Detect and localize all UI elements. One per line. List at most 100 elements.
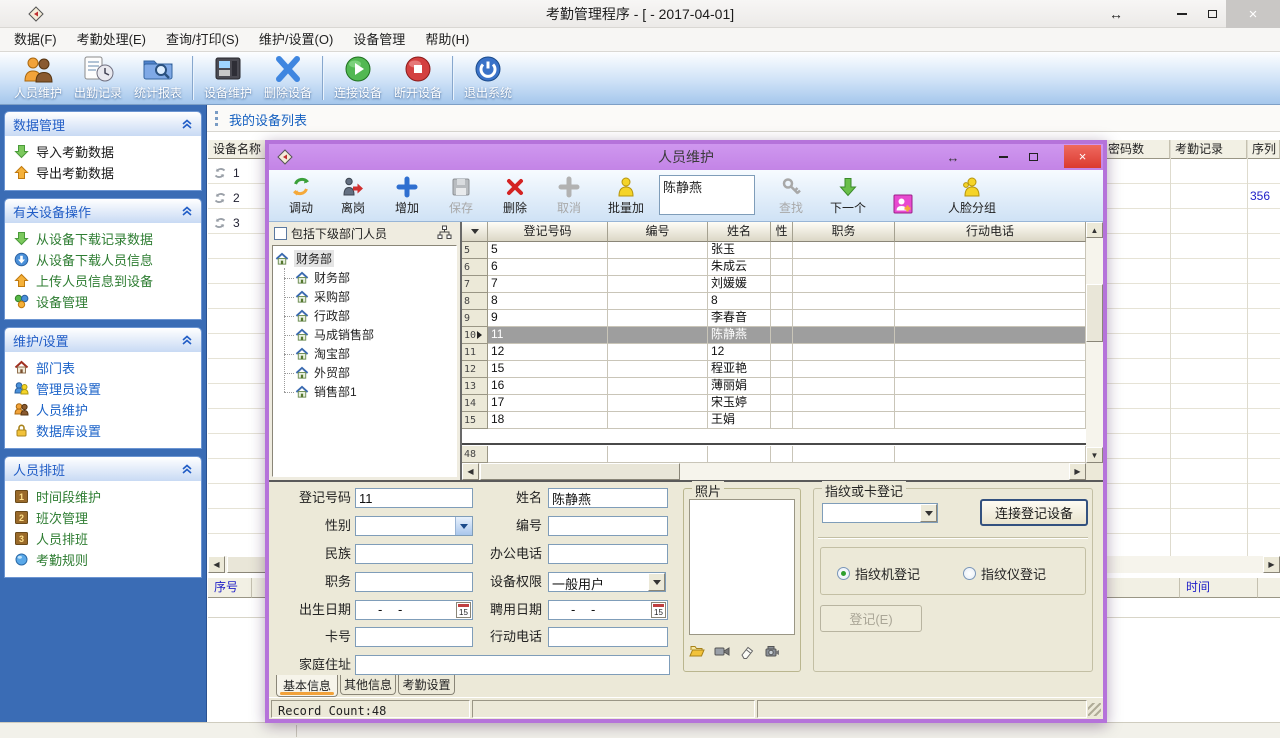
- disconnect-device-button[interactable]: 断开设备: [388, 54, 448, 102]
- panel-header-device-ops[interactable]: 有关设备操作: [5, 199, 201, 223]
- grid-row[interactable]: 55张玉: [462, 242, 1086, 259]
- duty-input[interactable]: [355, 572, 473, 592]
- restore-icon[interactable]: ↔: [1102, 0, 1130, 28]
- ethnic-input[interactable]: [355, 544, 473, 564]
- calendar-icon[interactable]: 15: [651, 602, 666, 618]
- maximize-button[interactable]: [1198, 0, 1226, 28]
- column-header-sex[interactable]: 性别: [771, 222, 793, 242]
- menu-data[interactable]: 数据(F): [4, 28, 67, 52]
- sidebar-item-device-management[interactable]: 设备管理: [5, 291, 201, 312]
- erase-photo-icon[interactable]: [739, 643, 755, 659]
- grid-horizontal-scrollbar[interactable]: ◀ ▶: [462, 463, 1086, 480]
- sidebar-item-department-table[interactable]: 部门表: [5, 357, 201, 378]
- minimize-button[interactable]: [1168, 0, 1196, 28]
- code-input[interactable]: [548, 516, 668, 536]
- scroll-up-icon[interactable]: ▲: [1086, 222, 1103, 238]
- menu-attendance[interactable]: 考勤处理(E): [67, 28, 156, 52]
- scrollbar-thumb[interactable]: [1086, 284, 1103, 342]
- grid-row[interactable]: 1215程亚艳: [462, 361, 1086, 378]
- birth-date-picker[interactable]: - -15: [355, 600, 473, 620]
- tab-other-info[interactable]: 其他信息: [340, 675, 396, 695]
- find-button[interactable]: 查找: [765, 173, 817, 219]
- chevron-down-icon[interactable]: [648, 573, 665, 591]
- menu-maintenance[interactable]: 维护/设置(O): [249, 28, 343, 52]
- column-header-sequence[interactable]: 序号: [208, 578, 252, 598]
- next-button[interactable]: 下一个: [819, 173, 877, 219]
- close-button[interactable]: ×: [1226, 0, 1280, 28]
- menu-help[interactable]: 帮助(H): [415, 28, 479, 52]
- column-header-name[interactable]: 姓名: [708, 222, 771, 242]
- delete-device-button[interactable]: 删除设备: [258, 54, 318, 102]
- search-input[interactable]: 陈静燕: [659, 175, 755, 215]
- panel-header-data-management[interactable]: 数据管理: [5, 112, 201, 136]
- menu-device[interactable]: 设备管理: [343, 28, 415, 52]
- grid-bottom-row[interactable]: 48: [462, 446, 1086, 463]
- grid-row[interactable]: 1316薄丽娟: [462, 378, 1086, 395]
- tree-node-department[interactable]: 财务部: [295, 268, 454, 287]
- name-input[interactable]: [548, 488, 668, 508]
- statistics-report-button[interactable]: 统计报表: [128, 54, 188, 102]
- sidebar-item-import-data[interactable]: 导入考勤数据: [5, 141, 201, 162]
- sex-combobox[interactable]: [355, 516, 473, 536]
- dialog-minimize-button[interactable]: [991, 144, 1015, 170]
- transfer-button[interactable]: 调动: [275, 173, 327, 219]
- hire-date-picker[interactable]: - -15: [548, 600, 668, 620]
- address-input[interactable]: [355, 655, 670, 675]
- scroll-left-icon[interactable]: ◀: [208, 556, 225, 573]
- grid-row[interactable]: 111212: [462, 344, 1086, 361]
- video-camera-icon[interactable]: [764, 643, 780, 659]
- tab-attendance-settings[interactable]: 考勤设置: [398, 675, 455, 695]
- face-group-button[interactable]: 人脸分组: [929, 173, 1015, 219]
- sidebar-item-download-records[interactable]: 从设备下载记录数据: [5, 228, 201, 249]
- cancel-button[interactable]: 取消: [543, 173, 595, 219]
- column-header-attendance-records[interactable]: 考勤记录: [1170, 140, 1247, 159]
- tree-node-department[interactable]: 马成销售部: [295, 325, 454, 344]
- toolbar-grip[interactable]: [215, 111, 218, 126]
- sidebar-item-admin-settings[interactable]: 管理员设置: [5, 378, 201, 399]
- card-no-input[interactable]: [355, 627, 473, 647]
- panel-header-scheduling[interactable]: 人员排班: [5, 457, 201, 481]
- collapse-chevron-icon[interactable]: [181, 118, 193, 130]
- include-sub-departments-checkbox[interactable]: [274, 227, 287, 240]
- batch-add-button[interactable]: 批量加: [597, 173, 655, 219]
- fingerprint-reader-radio[interactable]: 指纹仪登记: [963, 564, 1046, 583]
- delete-button[interactable]: 删除: [489, 173, 541, 219]
- tree-node-department[interactable]: 淘宝部: [295, 344, 454, 363]
- column-header-password-count[interactable]: 密码数: [1103, 140, 1170, 159]
- sidebar-item-attendance-rules[interactable]: 考勤规则: [5, 549, 201, 570]
- device-row[interactable]: 1: [213, 160, 240, 185]
- device-list-tab[interactable]: 我的设备列表: [229, 110, 307, 129]
- sidebar-item-shift-management[interactable]: 2班次管理: [5, 507, 201, 528]
- device-row[interactable]: 2: [213, 185, 240, 210]
- sidebar-item-upload-personnel[interactable]: 上传人员信息到设备: [5, 270, 201, 291]
- grid-row-selected[interactable]: 1011陈静燕: [462, 327, 1086, 344]
- reg-no-input[interactable]: [355, 488, 473, 508]
- add-button[interactable]: 增加: [381, 173, 433, 219]
- radio-selected-icon[interactable]: [837, 567, 850, 580]
- grid-row[interactable]: 1417宋玉婷: [462, 395, 1086, 412]
- radio-unselected-icon[interactable]: [963, 567, 976, 580]
- scroll-right-icon[interactable]: ▶: [1069, 463, 1086, 480]
- chevron-down-icon[interactable]: [920, 504, 937, 522]
- scroll-right-icon[interactable]: ▶: [1263, 556, 1280, 573]
- save-button[interactable]: 保存: [435, 173, 487, 219]
- personnel-maintenance-button[interactable]: 人员维护: [8, 54, 68, 102]
- mobile-input[interactable]: [548, 627, 668, 647]
- fingerprint-machine-radio[interactable]: 指纹机登记: [837, 564, 920, 583]
- sidebar-item-personnel-maintenance[interactable]: 人员维护: [5, 399, 201, 420]
- connect-device-button[interactable]: 连接设备: [328, 54, 388, 102]
- exit-system-button[interactable]: 退出系统: [458, 54, 518, 102]
- privilege-combobox[interactable]: 一般用户: [548, 572, 666, 592]
- office-phone-input[interactable]: [548, 544, 668, 564]
- dialog-close-button[interactable]: ×: [1064, 145, 1101, 168]
- sidebar-item-export-data[interactable]: 导出考勤数据: [5, 162, 201, 183]
- column-header-code[interactable]: 编号: [608, 222, 708, 242]
- open-photo-icon[interactable]: [689, 643, 705, 659]
- collapse-chevron-icon[interactable]: [181, 205, 193, 217]
- sidebar-item-personnel-scheduling[interactable]: 3人员排班: [5, 528, 201, 549]
- leave-post-button[interactable]: 离岗: [327, 173, 379, 219]
- collapse-chevron-icon[interactable]: [181, 334, 193, 346]
- grid-row[interactable]: 77刘媛媛: [462, 276, 1086, 293]
- attendance-records-button[interactable]: 出勤记录: [68, 54, 128, 102]
- dialog-restore-icon[interactable]: ↔: [941, 144, 965, 170]
